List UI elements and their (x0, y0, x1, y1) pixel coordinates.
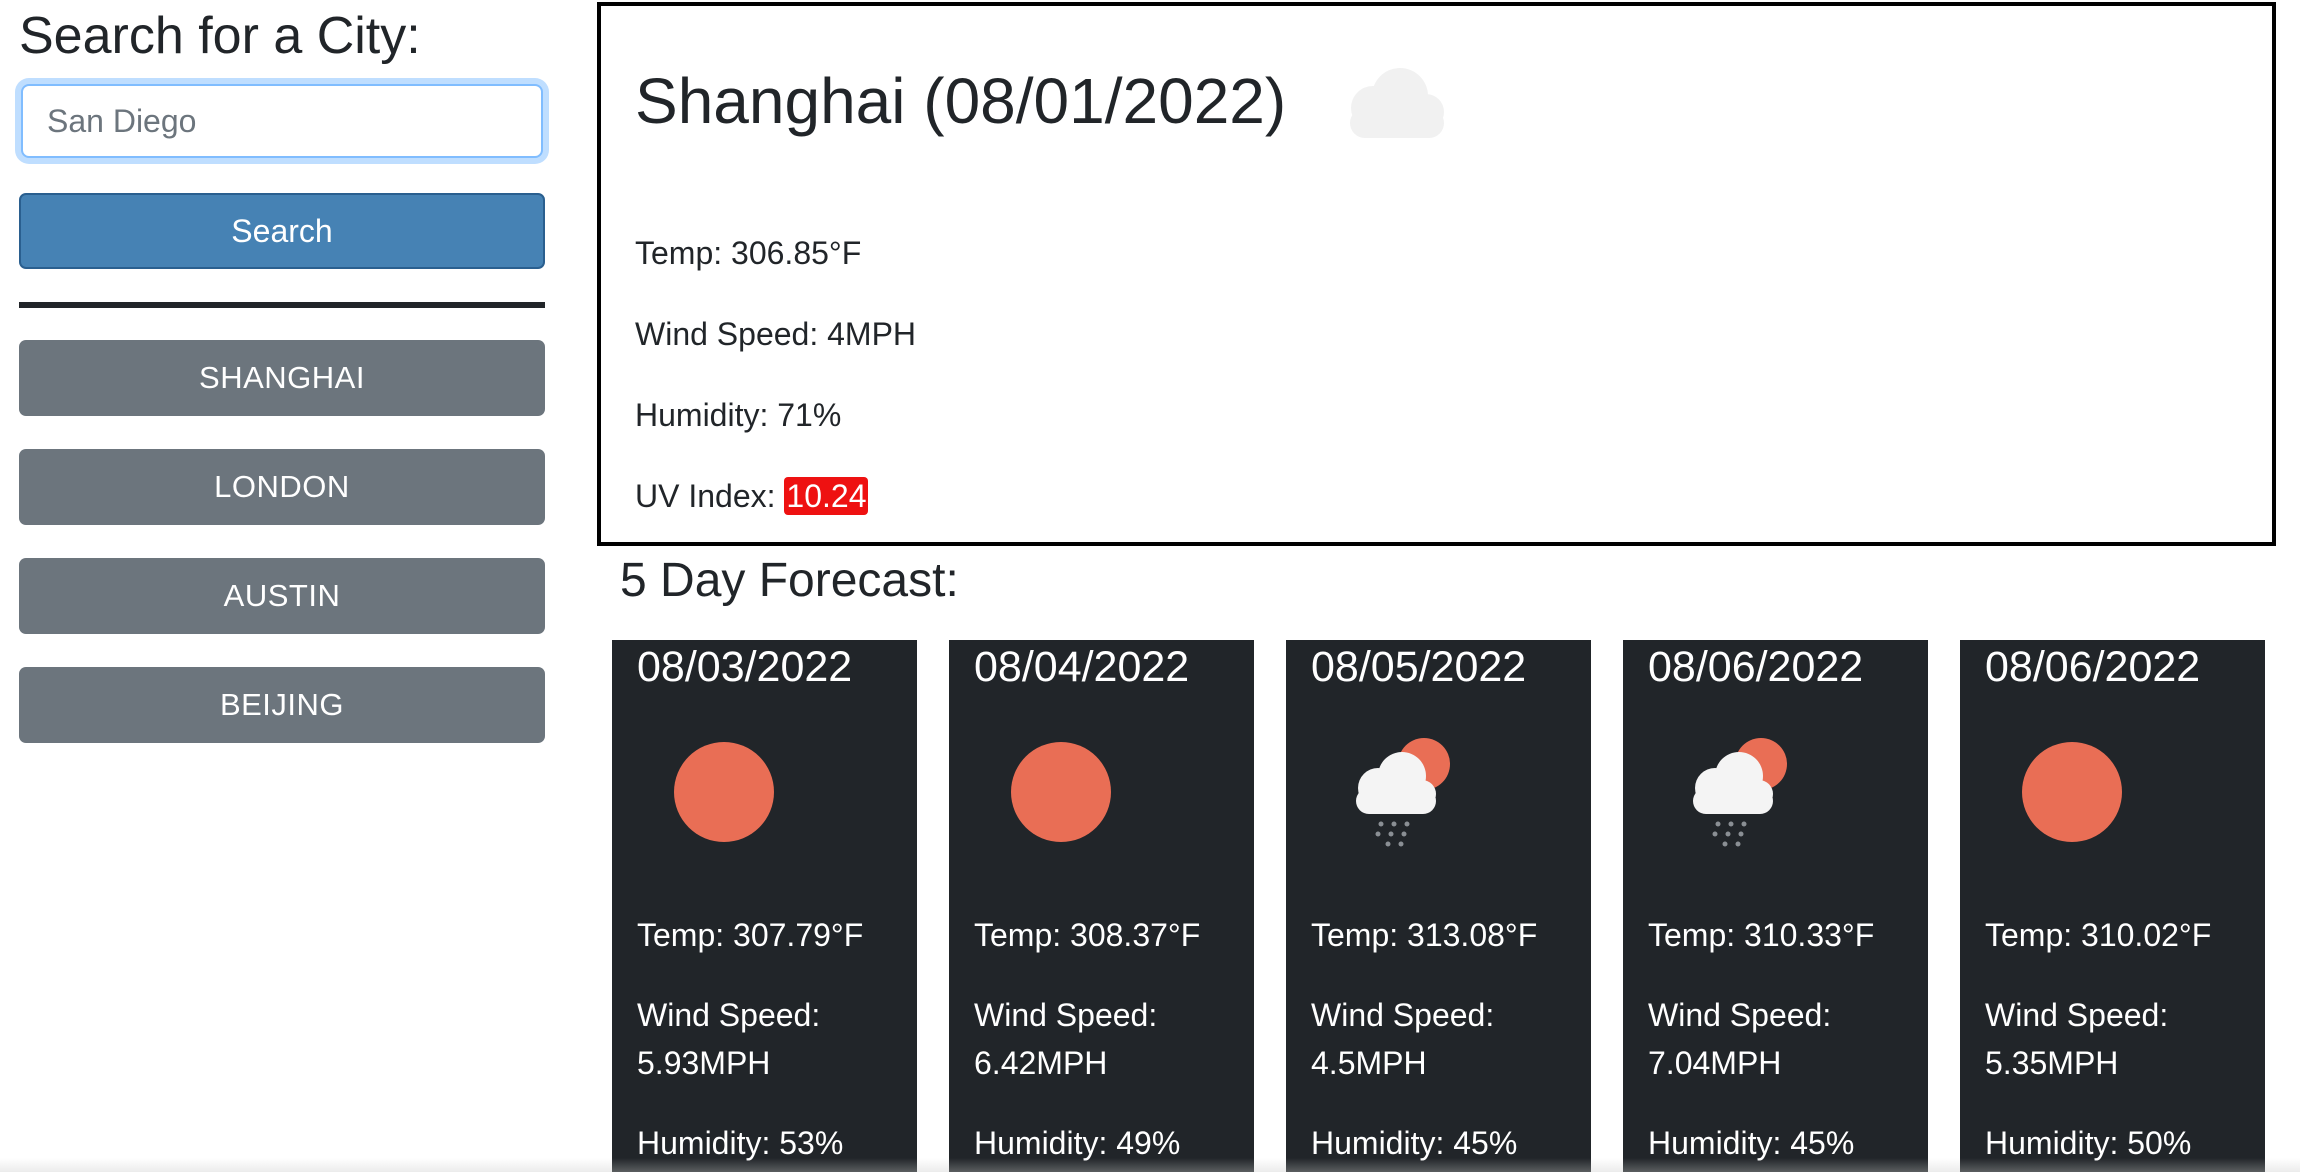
forecast-wind-value: 4.5MPH (1311, 1045, 1427, 1081)
weather-dashboard: Search for a City: Search SHANGHAI LONDO… (0, 0, 2300, 1172)
forecast-card: 08/06/2022 Temp: 310.02°F Wind Speed: 5.… (1960, 640, 2265, 1172)
forecast-date: 08/06/2022 (1648, 643, 1864, 691)
sun-icon (2022, 742, 2122, 842)
forecast-humidity: Humidity: 50% (1985, 1125, 2192, 1161)
history-button-austin[interactable]: AUSTIN (19, 558, 545, 634)
forecast-temp: Temp: 308.37°F (974, 917, 1201, 953)
forecast-wind-value: 5.93MPH (637, 1045, 771, 1081)
history-button-shanghai[interactable]: SHANGHAI (19, 340, 545, 416)
forecast-wind-label: Wind Speed: (637, 997, 821, 1033)
forecast-card: 08/03/2022 Temp: 307.79°F Wind Speed: 5.… (612, 640, 917, 1172)
current-temp: Temp: 306.85°F (635, 235, 862, 271)
forecast-humidity: Humidity: 49% (974, 1125, 1181, 1161)
forecast-card: 08/06/2022 Temp: 310.33°F Wind Speed: 7.… (1623, 640, 1928, 1172)
forecast-wind-value: 5.35MPH (1985, 1045, 2119, 1081)
search-button[interactable]: Search (19, 193, 545, 269)
search-heading: Search for a City: (19, 7, 421, 65)
forecast-heading: 5 Day Forecast: (620, 554, 959, 607)
forecast-temp: Temp: 307.79°F (637, 917, 864, 953)
sidebar-divider (19, 302, 545, 308)
forecast-temp: Temp: 310.33°F (1648, 917, 1875, 953)
history-button-london[interactable]: LONDON (19, 449, 545, 525)
forecast-humidity: Humidity: 45% (1311, 1125, 1518, 1161)
sun-icon (674, 742, 774, 842)
current-title-row: Shanghai (08/01/2022) (635, 56, 1458, 146)
forecast-wind-label: Wind Speed: (1648, 997, 1832, 1033)
history-button-beijing[interactable]: BEIJING (19, 667, 545, 743)
rain-cloud-sun-icon (1356, 738, 1450, 847)
forecast-card: 08/04/2022 Temp: 308.37°F Wind Speed: 6.… (949, 640, 1254, 1172)
forecast-temp: Temp: 310.02°F (1985, 917, 2212, 953)
forecast-wind-value: 7.04MPH (1648, 1045, 1782, 1081)
uv-index-badge: 10.24 (784, 477, 869, 515)
forecast-wind-label: Wind Speed: (1311, 997, 1495, 1033)
sun-icon (1011, 742, 1111, 842)
city-search-input[interactable] (21, 84, 543, 158)
forecast-wind-value: 6.42MPH (974, 1045, 1108, 1081)
forecast-date: 08/06/2022 (1985, 643, 2201, 691)
current-humidity: Humidity: 71% (635, 397, 842, 433)
forecast-humidity: Humidity: 45% (1648, 1125, 1855, 1161)
forecast-card: 08/05/2022 Temp: 313.08°F Wind Speed: 4.… (1286, 640, 1591, 1172)
rain-cloud-sun-icon (1693, 738, 1787, 847)
current-city-title: Shanghai (08/01/2022) (635, 64, 1287, 137)
search-history-list: SHANGHAI LONDON AUSTIN BEIJING (19, 340, 545, 776)
forecast-temp: Temp: 313.08°F (1311, 917, 1538, 953)
forecast-date: 08/04/2022 (974, 643, 1190, 691)
forecast-humidity: Humidity: 53% (637, 1125, 844, 1161)
current-wind-speed: Wind Speed: 4MPH (635, 316, 917, 352)
current-weather-card: Shanghai (08/01/2022) Temp: 306.85°F Win… (597, 2, 2276, 546)
cloud-icon (1350, 68, 1445, 138)
uv-index-label: UV Index: (635, 478, 785, 514)
forecast-wind-label: Wind Speed: (1985, 997, 2169, 1033)
forecast-date: 08/05/2022 (1311, 643, 1527, 691)
current-uv-index: UV Index: 10.24 (635, 477, 869, 515)
forecast-wind-label: Wind Speed: (974, 997, 1158, 1033)
forecast-date: 08/03/2022 (637, 643, 853, 691)
